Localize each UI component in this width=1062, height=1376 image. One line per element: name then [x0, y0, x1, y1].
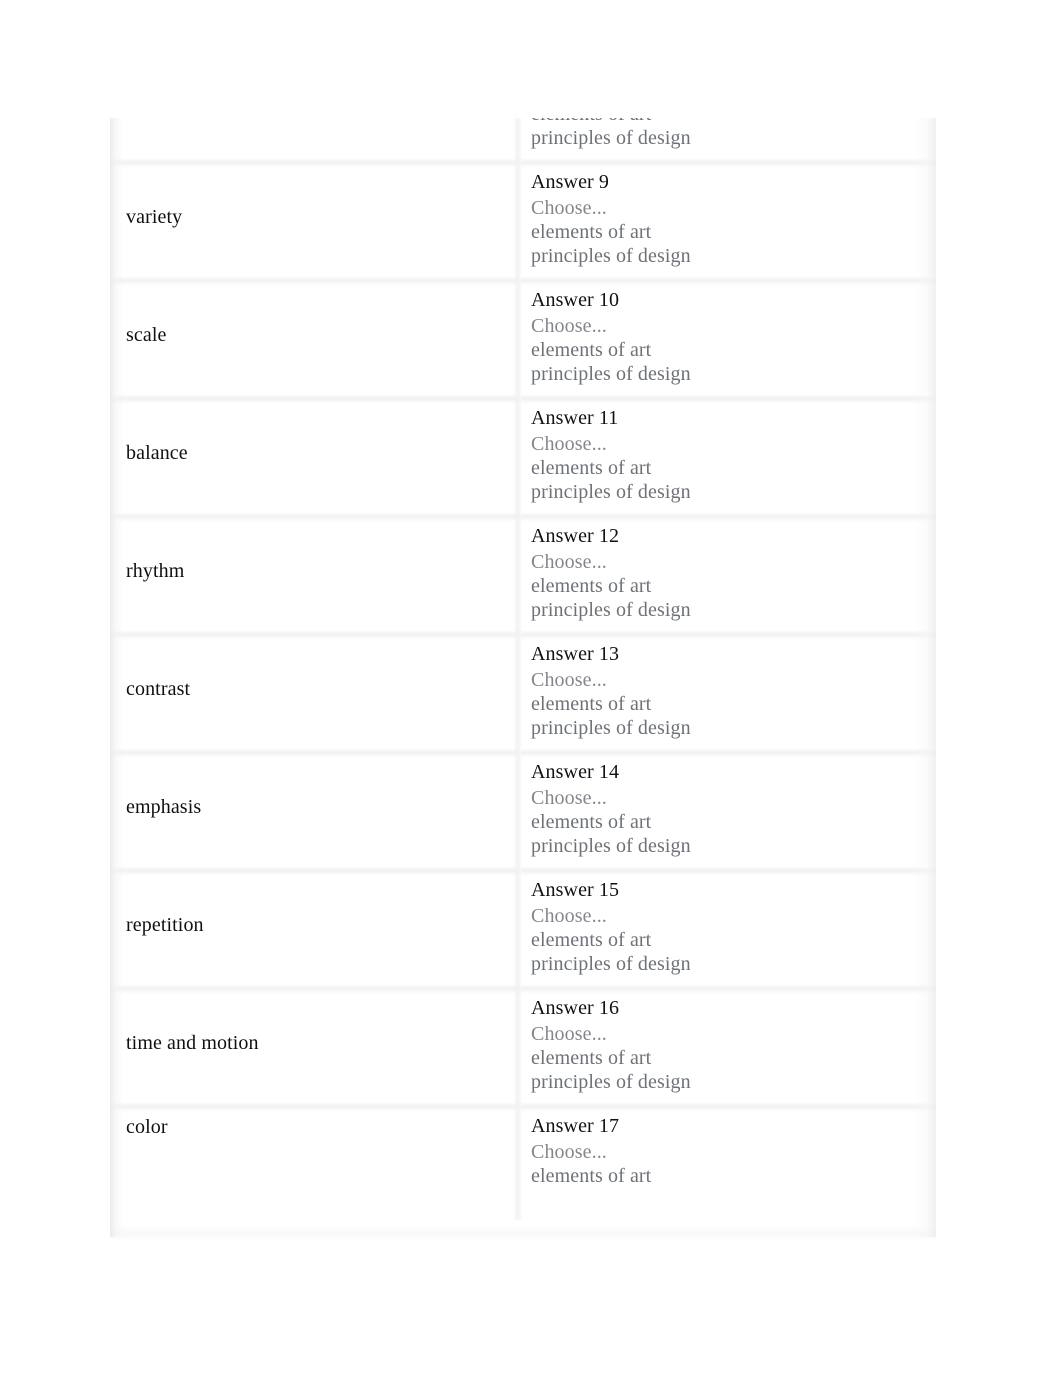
answer-cell[interactable]: Answer 15 Choose... elements of art princip… [522, 866, 936, 984]
answer-label: Answer 14 [531, 761, 620, 783]
dropdown-placeholder-option[interactable]: Choose... [531, 196, 936, 220]
dropdown-option[interactable]: elements of art [531, 574, 936, 598]
term-label: repetition [126, 914, 204, 936]
table-row: scale Answer 10 Choose... elements of art pr… [110, 276, 936, 394]
term-label: time and motion [126, 1032, 259, 1054]
dropdown-placeholder-option[interactable]: Choose... [531, 314, 936, 338]
term-label: scale [126, 324, 167, 346]
answer-cell[interactable]: Answer 17 Choose... elements of art [522, 1102, 936, 1220]
term-label: color [126, 1116, 168, 1138]
dropdown-option[interactable]: elements of art [531, 1164, 936, 1188]
dropdown-option[interactable]: elements of art [531, 220, 936, 244]
dropdown-placeholder-option[interactable]: Choose... [531, 1140, 936, 1164]
dropdown-placeholder-option[interactable]: Choose... [531, 550, 936, 574]
table-row: balance Answer 11 Choose... elements of art… [110, 394, 936, 512]
dropdown-option[interactable]: principles of design [531, 834, 936, 858]
answer-cell[interactable]: Answer 16 Choose... elements of art princip… [522, 984, 936, 1102]
term-cell: scale [110, 276, 522, 394]
table-row: repetition Answer 15 Choose... elements of … [110, 866, 936, 984]
term-cell: color [110, 1102, 522, 1220]
answer-label: Answer 15 [531, 879, 620, 901]
answer-cell[interactable]: Answer 8Choose...elements of artprincipl… [522, 118, 936, 158]
dropdown-placeholder-option[interactable]: Choose... [531, 432, 936, 456]
dropdown-option[interactable]: elements of art [531, 928, 936, 952]
answer-label: Answer 12 [531, 525, 620, 547]
dropdown-option[interactable]: elements of art [531, 810, 936, 834]
term-cell: repetition [110, 866, 522, 984]
answer-label: Answer 10 [531, 289, 620, 311]
dropdown-option[interactable]: principles of design [531, 480, 936, 504]
dropdown-option[interactable]: principles of design [531, 362, 936, 386]
term-cell: variety [110, 158, 522, 276]
table-row: Answer 8Choose...elements of artprincipl… [110, 118, 936, 158]
answer-label: Answer 11 [531, 407, 619, 429]
dropdown-placeholder-option[interactable]: Choose... [531, 668, 936, 692]
term-cell: time and motion [110, 984, 522, 1102]
answer-label: Answer 16 [531, 997, 620, 1019]
dropdown-option[interactable]: elements of art [531, 118, 936, 126]
document-page: Answer 8Choose...elements of artprincipl… [0, 0, 1062, 1376]
answer-cell[interactable]: Answer 9 Choose... elements of art principl… [522, 158, 936, 276]
dropdown-placeholder-option[interactable]: Choose... [531, 1022, 936, 1046]
answer-cell[interactable]: Answer 14 Choose... elements of art princip… [522, 748, 936, 866]
matching-table-body: Answer 8Choose...elements of artprincipl… [110, 118, 936, 1220]
term-cell: contrast [110, 630, 522, 748]
term-label: variety [126, 206, 183, 228]
answer-cell[interactable]: Answer 10 Choose... elements of art princip… [522, 276, 936, 394]
table-row: emphasis Answer 14 Choose... elements of ar… [110, 748, 936, 866]
table-row: color Answer 17 Choose... elements of art [110, 1102, 936, 1220]
dropdown-option[interactable]: principles of design [531, 716, 936, 740]
table-row: time and motion Answer 16 Choose... element… [110, 984, 936, 1102]
term-cell: emphasis [110, 748, 522, 866]
dropdown-option[interactable]: principles of design [531, 244, 936, 268]
answer-label: Answer 17 [531, 1115, 620, 1137]
table-row: contrast Answer 13 Choose... elements of ar… [110, 630, 936, 748]
term-label: contrast [126, 678, 191, 700]
term-cell [110, 118, 522, 158]
dropdown-placeholder-option[interactable]: Choose... [531, 904, 936, 928]
dropdown-option[interactable]: principles of design [531, 598, 936, 622]
term-label: emphasis [126, 796, 202, 818]
dropdown-option[interactable]: elements of art [531, 456, 936, 480]
dropdown-placeholder-option[interactable]: Choose... [531, 786, 936, 810]
term-cell: rhythm [110, 512, 522, 630]
matching-table: Answer 8Choose...elements of artprincipl… [110, 118, 936, 1237]
answer-label: Answer 9 [531, 171, 610, 193]
answer-cell[interactable]: Answer 12 Choose... elements of art princip… [522, 512, 936, 630]
term-cell: balance [110, 394, 522, 512]
answer-cell[interactable]: Answer 13 Choose... elements of art princip… [522, 630, 936, 748]
table-row: rhythm Answer 12 Choose... elements of art p… [110, 512, 936, 630]
term-label: balance [126, 442, 188, 464]
term-label: rhythm [126, 560, 185, 582]
dropdown-option[interactable]: elements of art [531, 338, 936, 362]
table-row: variety Answer 9 Choose... elements of art p… [110, 158, 936, 276]
answer-cell[interactable]: Answer 11 Choose... elements of art princip… [522, 394, 936, 512]
dropdown-option[interactable]: elements of art [531, 692, 936, 716]
dropdown-option[interactable]: principles of design [531, 1070, 936, 1094]
dropdown-option[interactable]: elements of art [531, 1046, 936, 1070]
answer-label: Answer 13 [531, 643, 620, 665]
dropdown-option[interactable]: principles of design [531, 952, 936, 976]
dropdown-option[interactable]: principles of design [531, 126, 936, 150]
